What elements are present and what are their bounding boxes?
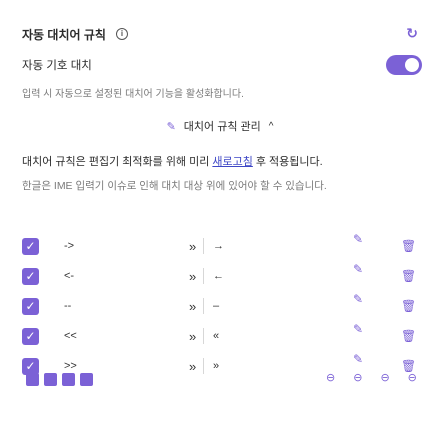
help-text-a: 대치어 규칙은 [22,156,86,168]
rule-divider [203,238,204,254]
rule-enabled-checkbox[interactable]: ✓ [22,237,39,255]
trash-icon[interactable]: 🗑 [401,299,416,313]
rule-enabled-checkbox[interactable]: ✓ [22,357,39,375]
edit-icon[interactable]: ✎ [353,352,363,366]
select-all-checkbox[interactable] [26,373,39,386]
rule-divider [203,298,204,314]
rule-arrow-icon: » [189,268,197,284]
rule-divider [203,268,204,284]
edit-icon[interactable]: ✎ [353,322,363,336]
reset-icon[interactable]: ↻ [406,25,418,42]
rule-divider [203,358,204,374]
rule-row: ✓ -- » – ✎ 🗑 [22,292,422,317]
rule-enabled-checkbox[interactable]: ✓ [22,297,39,315]
refresh-link[interactable]: 새로고침 [212,153,252,169]
bulk-delete-icon-4[interactable]: ⊖ [408,371,417,384]
rule-from-value: -- [64,300,72,312]
help-text-d: 미리 [189,156,210,168]
help-line-2: 한글은 IME 입력기 이슈로 인해 대치 대상 위에 있어야 할 수 있습니다… [22,180,327,192]
chevron-up-icon: ^ [268,120,274,132]
rule-to-value: « [213,330,220,342]
rule-to-value: → [213,240,224,252]
rule-enabled-checkbox[interactable]: ✓ [22,327,39,345]
rule-arrow-icon: » [189,328,197,344]
rule-from-value: >> [64,360,77,372]
info-icon[interactable]: i [115,28,128,40]
rule-divider [203,328,204,344]
rule-row: ✓ << » « ✎ 🗑 [22,322,422,347]
bulk-icons: ⊖ ⊖ ⊖ ⊖ [326,371,417,384]
help-text-b: 편집기 [88,156,120,168]
bulk-delete-icon-1[interactable]: ⊖ [326,371,335,384]
auto-replace-label: 자동 기호 대치 [22,60,92,72]
toggle-knob [405,58,419,72]
edit-icon[interactable]: ✎ [353,232,363,246]
rule-row: ✓ -> » → ✎ 🗑 [22,232,422,257]
rule-arrow-icon: » [189,238,197,254]
rule-from-value: << [64,330,77,342]
bulk-delete-icon-2[interactable]: ⊖ [353,371,362,384]
bulk-action-3[interactable] [80,373,93,386]
auto-replace-toggle[interactable] [386,55,422,75]
trash-icon[interactable]: 🗑 [401,239,416,253]
rule-to-value: – [213,300,220,312]
help-text-e: 후 적용됩니다. [255,156,323,168]
rule-row: ✓ <- » ← ✎ 🗑 [22,262,422,287]
bulk-action-2[interactable] [62,373,75,386]
settings-title: 자동 대치어 규칙 [22,27,106,42]
rule-arrow-icon: » [189,298,197,314]
edit-icon[interactable]: ✎ [353,262,363,276]
trash-icon[interactable]: 🗑 [401,269,416,283]
bulk-delete-icon-3[interactable]: ⊖ [380,371,389,384]
rule-arrow-icon: » [189,358,197,374]
sparkle-edit-icon: ✎ [166,120,176,133]
auto-replace-description: 입력 시 자동으로 설정된 대치어 기능을 활성화합니다. [22,89,244,100]
rules-section-label: 대치어 규칙 관리 [183,121,261,133]
auto-replace-row: 자동 기호 대치 [22,55,422,75]
bulk-action-1[interactable] [44,373,57,386]
rule-toolbar [26,373,93,386]
edit-icon[interactable]: ✎ [353,292,363,306]
rules-section-header[interactable]: ✎ 대치어 규칙 관리 ^ [0,118,440,134]
rule-to-value: ← [213,270,224,282]
rule-from-value: -> [64,240,75,252]
rule-to-value: » [213,360,220,372]
settings-title-row: 자동 대치어 규칙 i ↻ [22,25,422,43]
rule-enabled-checkbox[interactable]: ✓ [22,267,39,285]
rule-from-value: <- [64,270,75,282]
trash-icon[interactable]: 🗑 [401,329,416,343]
help-line-1: 대치어 규칙은 편집기 최적화를 위해 미리 새로고침 후 적용됩니다. [22,153,422,169]
help-text-c: 최적화를 위해 [122,156,187,168]
